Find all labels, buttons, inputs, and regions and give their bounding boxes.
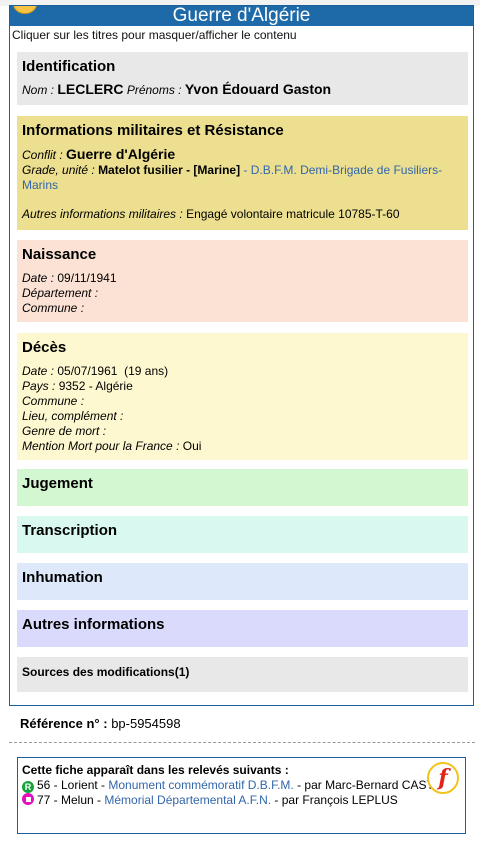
- grade-value: Matelot fusilier - [Marine]: [98, 163, 241, 177]
- deces-pays-line: Pays : 9352 - Algérie: [22, 379, 462, 394]
- nom-value: LECLERC: [57, 81, 124, 97]
- square-badge-icon: [22, 793, 34, 805]
- prenoms-label: Prénoms :: [126, 83, 182, 97]
- deces-date-label: Date :: [22, 364, 55, 378]
- section-autres-informations: Autres informations: [17, 610, 468, 647]
- section-jugement: Jugement: [17, 469, 468, 506]
- releve-suffix: - par François LEPLUS: [271, 793, 398, 807]
- section-deces: Décès Date : 05/07/1961 (19 ans) Pays : …: [17, 333, 468, 460]
- page-title-bar: Guerre d'Algérie: [10, 6, 473, 26]
- releves-box: Cette fiche apparaît dans les relevés su…: [17, 757, 466, 834]
- reference-label: Référence n° :: [20, 716, 108, 731]
- autres-militaire-line: Autres informations militaires : Engagé …: [22, 207, 462, 222]
- deces-mention-value: Oui: [182, 439, 202, 453]
- naissance-dept-label: Département :: [22, 286, 99, 300]
- deces-pays-label: Pays :: [22, 379, 56, 393]
- deces-commune-line: Commune :: [22, 394, 462, 409]
- section-title-deces[interactable]: Décès: [22, 339, 462, 356]
- nom-label: Nom :: [22, 83, 55, 97]
- releve-item: R 56 - Lorient - Monument commémoratif D.…: [22, 778, 461, 793]
- deces-date-value: 05/07/1961 (19 ans): [57, 364, 169, 378]
- releve-prefix: 56 - Lorient -: [37, 778, 109, 792]
- autres-militaire-label: Autres informations militaires :: [22, 207, 183, 221]
- r-badge-icon: R: [22, 781, 34, 793]
- identity-line: Nom : LECLERC Prénoms : Yvon Édouard Gas…: [22, 82, 462, 98]
- releve-item: 77 - Melun - Mémorial Départemental A.F.…: [22, 793, 461, 808]
- deces-mention-label: Mention Mort pour la France :: [22, 439, 180, 453]
- deces-mention-line: Mention Mort pour la France : Oui: [22, 439, 462, 454]
- deces-lieu-label: Lieu, complément :: [22, 409, 124, 423]
- section-inhumation: Inhumation: [17, 563, 468, 600]
- prenoms-value: Yvon Édouard Gaston: [184, 81, 332, 97]
- section-title-militaire[interactable]: Informations militaires et Résistance: [22, 122, 462, 139]
- section-sources: Sources des modifications(1): [17, 657, 468, 692]
- naissance-dept-line: Département :: [22, 286, 462, 301]
- releve-prefix: 77 - Melun -: [37, 793, 105, 807]
- deces-date-line: Date : 05/07/1961 (19 ans): [22, 364, 462, 379]
- section-title-sources[interactable]: Sources des modifications(1): [22, 663, 462, 679]
- conflit-label: Conflit :: [22, 148, 63, 162]
- section-transcription: Transcription: [17, 516, 468, 553]
- naissance-date-value: 09/11/1941: [57, 271, 117, 285]
- naissance-date-line: Date : 09/11/1941: [22, 271, 462, 286]
- section-title-jugement[interactable]: Jugement: [22, 475, 462, 492]
- logo-icon: [13, 6, 37, 14]
- fiche-frame: Guerre d'Algérie Cliquer sur les titres …: [9, 5, 474, 706]
- deces-lieu-line: Lieu, complément :: [22, 409, 462, 424]
- releve-link[interactable]: Monument commémoratif D.B.F.M.: [108, 778, 293, 792]
- grade-line: Grade, unité : Matelot fusilier - [Marin…: [22, 163, 462, 193]
- section-title-naissance[interactable]: Naissance: [22, 246, 462, 263]
- section-title-autres-informations[interactable]: Autres informations: [22, 616, 462, 633]
- grade-sep: -: [240, 163, 251, 177]
- releve-link[interactable]: Mémorial Départemental A.F.N.: [104, 793, 271, 807]
- reference-value: bp-5954598: [111, 716, 181, 731]
- section-militaire: Informations militaires et Résistance Co…: [17, 116, 468, 230]
- section-naissance: Naissance Date : 09/11/1941 Département …: [17, 240, 468, 322]
- reference-line: Référence n° : bp-5954598: [20, 716, 181, 731]
- deces-genre-label: Genre de mort :: [22, 424, 107, 438]
- toggle-hint: Cliquer sur les titres pour masquer/affi…: [12, 28, 297, 42]
- deces-genre-line: Genre de mort :: [22, 424, 462, 439]
- conflit-value: Guerre d'Algérie: [66, 146, 176, 162]
- page-title: Guerre d'Algérie: [172, 6, 311, 26]
- divider: [9, 742, 475, 743]
- section-title-inhumation[interactable]: Inhumation: [22, 569, 462, 586]
- releves-heading: Cette fiche apparaît dans les relevés su…: [22, 763, 289, 777]
- autres-militaire-value: Engagé volontaire matricule 10785-T-60: [186, 207, 400, 221]
- section-title-identification[interactable]: Identification: [22, 58, 462, 75]
- naissance-commune-line: Commune :: [22, 301, 462, 316]
- releve-suffix: - par Marc-Bernard CASTEL: [293, 778, 449, 792]
- grade-label: Grade, unité :: [22, 163, 95, 177]
- naissance-date-label: Date :: [22, 271, 55, 285]
- f-logo-icon: f: [427, 762, 459, 794]
- deces-commune-label: Commune :: [22, 394, 85, 408]
- section-identification: Identification Nom : LECLERC Prénoms : Y…: [17, 52, 468, 105]
- conflit-line: Conflit : Guerre d'Algérie: [22, 147, 462, 163]
- section-title-transcription[interactable]: Transcription: [22, 522, 462, 539]
- deces-pays-value: 9352 - Algérie: [58, 379, 133, 393]
- naissance-commune-label: Commune :: [22, 301, 85, 315]
